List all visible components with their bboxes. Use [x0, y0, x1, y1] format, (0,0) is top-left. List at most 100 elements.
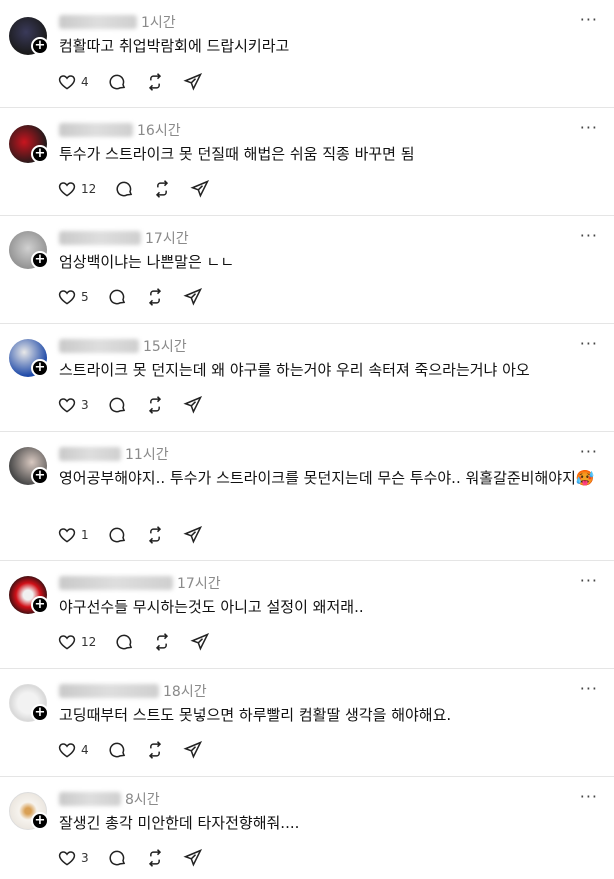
repost-icon [148, 73, 161, 91]
like-count: 4 [81, 743, 89, 757]
repost-button[interactable] [145, 525, 165, 545]
post-actions: 1 [57, 524, 221, 546]
plus-icon[interactable]: + [31, 467, 49, 485]
repost-icon [148, 288, 161, 306]
username[interactable] [59, 123, 133, 137]
plus-icon[interactable]: + [31, 145, 49, 163]
share-button[interactable] [183, 287, 203, 307]
post-actions: 12 [57, 631, 228, 653]
plus-icon[interactable]: + [31, 359, 49, 377]
like-count: 3 [81, 398, 89, 412]
repost-button[interactable] [152, 632, 172, 652]
plus-icon[interactable]: + [31, 37, 49, 55]
repost-icon [156, 180, 169, 198]
like-button[interactable]: 12 [57, 179, 96, 199]
post-meta: 1시간 [59, 12, 176, 32]
reply-button[interactable] [107, 395, 127, 415]
like-count: 12 [81, 635, 97, 649]
post-text: 컴활따고 취업박람회에 드랍시키라고 [59, 37, 290, 55]
post-time: 11시간 [125, 447, 169, 463]
like-count: 12 [81, 182, 97, 196]
post-meta: 11시간 [59, 444, 169, 464]
username[interactable] [59, 339, 139, 353]
plus-icon[interactable]: + [31, 251, 49, 269]
more-icon[interactable]: ··· [580, 442, 598, 461]
share-button[interactable] [190, 179, 210, 199]
send-icon [183, 288, 202, 306]
like-count: 1 [81, 528, 89, 542]
reply-button[interactable] [107, 287, 127, 307]
post-item: + 17시간 ··· 엄상백이냐는 나쁜말은 ㄴㄴ 5 [0, 216, 614, 324]
post-time: 17시간 [177, 576, 221, 592]
heart-icon [58, 528, 76, 543]
like-button[interactable]: 3 [57, 848, 89, 868]
post-meta: 18시간 [59, 681, 207, 701]
more-icon[interactable]: ··· [580, 118, 598, 137]
username[interactable] [59, 447, 121, 461]
post-time: 8시간 [125, 792, 160, 808]
more-icon[interactable]: ··· [580, 226, 598, 245]
send-icon [183, 741, 202, 759]
username[interactable] [59, 684, 159, 698]
username[interactable] [59, 231, 141, 245]
post-text: 엄상백이냐는 나쁜말은 ㄴㄴ [59, 253, 235, 271]
repost-icon [148, 849, 161, 867]
repost-button[interactable] [145, 395, 165, 415]
share-button[interactable] [183, 395, 203, 415]
post-item: + 17시간 ··· 야구선수들 무시하는것도 아니고 설정이 왜저래.. 12 [0, 561, 614, 669]
reply-button[interactable] [107, 740, 127, 760]
share-button[interactable] [183, 525, 203, 545]
comment-icon [109, 74, 125, 90]
username[interactable] [59, 576, 173, 590]
like-button[interactable]: 5 [57, 287, 89, 307]
share-button[interactable] [183, 848, 203, 868]
repost-icon [156, 633, 169, 651]
post-time: 1시간 [141, 15, 176, 31]
share-button[interactable] [190, 632, 210, 652]
share-button[interactable] [183, 740, 203, 760]
post-meta: 17시간 [59, 573, 221, 593]
username[interactable] [59, 15, 137, 29]
more-icon[interactable]: ··· [580, 10, 598, 29]
plus-icon[interactable]: + [31, 704, 49, 722]
more-icon[interactable]: ··· [580, 787, 598, 806]
more-icon[interactable]: ··· [580, 571, 598, 590]
like-button[interactable]: 4 [57, 740, 89, 760]
repost-button[interactable] [145, 287, 165, 307]
post-meta: 17시간 [59, 228, 189, 248]
post-actions: 4 [57, 739, 221, 761]
like-button[interactable]: 1 [57, 525, 89, 545]
repost-button[interactable] [145, 848, 165, 868]
post-text: 투수가 스트라이크 못 던질때 해법은 쉬움 직종 바꾸면 됨 [59, 145, 415, 163]
post-meta: 16시간 [59, 120, 181, 140]
reply-button[interactable] [107, 72, 127, 92]
reply-button[interactable] [107, 525, 127, 545]
like-count: 4 [81, 75, 89, 89]
repost-button[interactable] [152, 179, 172, 199]
heart-icon [58, 398, 76, 413]
plus-icon[interactable]: + [31, 812, 49, 830]
post-text: 고딩때부터 스트도 못넣으면 하루빨리 컴활딸 생각을 해야해요. [59, 706, 452, 724]
heart-icon [58, 75, 76, 90]
share-button[interactable] [183, 72, 203, 92]
heart-icon [58, 743, 76, 758]
post-item: + 15시간 ··· 스트라이크 못 던지는데 왜 야구를 하는거야 우리 속터… [0, 324, 614, 432]
like-button[interactable]: 12 [57, 632, 96, 652]
repost-button[interactable] [145, 740, 165, 760]
post-item: + 18시간 ··· 고딩때부터 스트도 못넣으면 하루빨리 컴활딸 생각을 해… [0, 669, 614, 777]
post-actions: 4 [57, 71, 221, 93]
send-icon [183, 73, 202, 91]
username[interactable] [59, 792, 121, 806]
repost-button[interactable] [145, 72, 165, 92]
more-icon[interactable]: ··· [580, 334, 598, 353]
more-icon[interactable]: ··· [580, 679, 598, 698]
comment-icon [109, 527, 125, 543]
like-button[interactable]: 3 [57, 395, 89, 415]
reply-button[interactable] [114, 179, 134, 199]
like-button[interactable]: 4 [57, 72, 89, 92]
reply-button[interactable] [114, 632, 134, 652]
reply-button[interactable] [107, 848, 127, 868]
plus-icon[interactable]: + [31, 596, 49, 614]
post-actions: 5 [57, 286, 221, 308]
comment-icon [109, 289, 125, 305]
